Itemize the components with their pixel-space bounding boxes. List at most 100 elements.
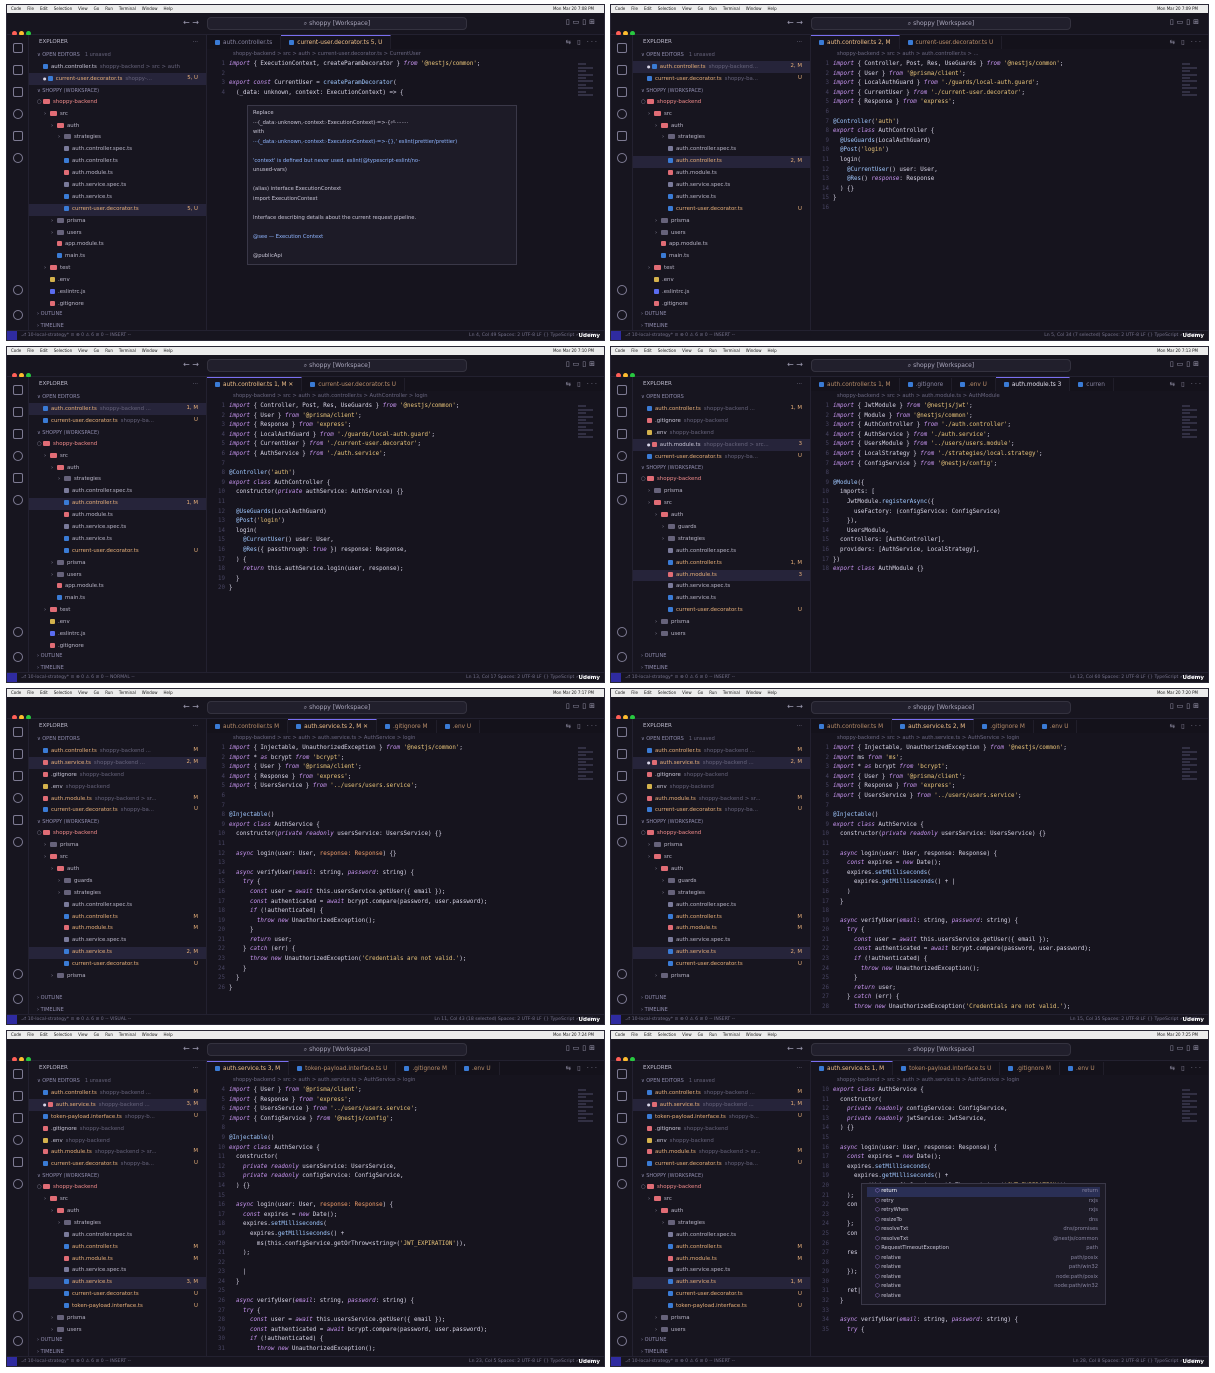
run-debug-icon[interactable] [13,109,23,119]
menu-item-selection[interactable]: Selection [658,348,676,353]
run-debug-icon[interactable] [617,1135,627,1145]
file-tree-item[interactable]: › strategies [633,1218,810,1230]
status-left[interactable]: ⎇ 10-local-strategy* ⊙ ⊗ 0 ⚠ 6 ⊘ 0 -- NO… [21,675,135,680]
remote-icon[interactable] [617,495,627,505]
file-tree-item[interactable]: › prisma [29,840,206,852]
breadcrumb[interactable]: shoppy-backend > src > auth > auth.contr… [207,391,604,402]
editor-actions-icons[interactable]: ⇆ ▯ ··· [1169,38,1203,46]
outline-section[interactable]: › OUTLINE [29,650,206,662]
file-tree-item[interactable]: auth.module.ts M [29,923,206,935]
menu-item-view[interactable]: View [682,690,692,695]
minimap[interactable] [1182,404,1204,444]
menu-item-window[interactable]: Window [746,348,762,353]
open-editor-item[interactable]: auth.controller.ts shoppy-backend ... M [633,1087,810,1099]
menu-item-go[interactable]: Go [698,1032,704,1037]
open-editors-header[interactable]: ∨ OPEN EDITORS [633,391,810,403]
editor-tab[interactable]: auth.service.ts 2, M [892,719,975,733]
files-icon[interactable] [617,727,627,737]
run-debug-icon[interactable] [13,1135,23,1145]
file-tree-item[interactable]: ○ shoppy-backend [29,1182,206,1194]
open-editor-item[interactable]: current-user.decorator.ts shoppy-ba... U [29,1158,206,1170]
breadcrumb[interactable]: shoppy-backend > src > auth > auth.modul… [811,391,1208,402]
editor-tab[interactable]: .gitignore M [974,720,1034,733]
file-tree-item[interactable]: › auth [633,1206,810,1218]
menu-item-file[interactable]: File [27,6,34,11]
menu-item-run[interactable]: Run [709,1032,717,1037]
command-center-search[interactable]: ⌕ shoppy [Workspace] [207,359,467,372]
minimap[interactable] [578,1088,600,1128]
menu-item-code[interactable]: Code [615,690,625,695]
suggestion-item[interactable]: ⬡ return return [867,1187,1100,1197]
source-control-icon[interactable] [617,771,627,781]
breadcrumb[interactable]: shoppy-backend > src > auth > auth.servi… [207,1075,604,1086]
file-tree-item[interactable]: auth.module.ts M [29,1254,206,1266]
editor-tab[interactable]: auth.controller.ts M [207,720,289,733]
menu-item-code[interactable]: Code [11,690,21,695]
menu-item-code[interactable]: Code [11,6,21,11]
more-actions-icon[interactable]: ··· [797,35,802,49]
layout-toggle-icons[interactable]: ▯▭▯⊞ [566,1044,598,1052]
file-tree-item[interactable]: › auth [633,864,810,876]
file-tree-item[interactable]: current-user.decorator.ts U [633,204,810,216]
open-editor-item[interactable]: .gitignore shoppy-backend [633,415,810,427]
status-right[interactable]: Ln 5, Col 34 (7 selected) Spaces: 2 UTF-… [1044,331,1202,340]
open-editors-header[interactable]: ∨ OPEN EDITORS 1 unsaved [29,1075,206,1087]
extensions-icon[interactable] [13,473,23,483]
gear-icon[interactable] [13,994,23,1004]
file-tree-item[interactable]: › guards [633,876,810,888]
menu-item-go[interactable]: Go [94,348,100,353]
menu-item-edit[interactable]: Edit [40,6,48,11]
file-tree-item[interactable]: auth.controller.spec.ts [29,1230,206,1242]
command-center-search[interactable]: ⌕ shoppy [Workspace] [811,359,1071,372]
open-editor-item[interactable]: current-user.decorator.ts shoppy-ba... U [633,804,810,816]
open-editor-item[interactable]: .env shoppy-backend [29,781,206,793]
menu-item-terminal[interactable]: Terminal [119,6,136,11]
file-tree-item[interactable]: ○ shoppy-backend [29,439,206,451]
editor-tab[interactable]: auth.controller.ts 2, M [811,35,900,49]
open-editor-item[interactable]: current-user.decorator.ts shoppy-ba... U [633,451,810,463]
gear-icon[interactable] [13,310,23,320]
file-tree-item[interactable]: › src [29,852,206,864]
file-tree-item[interactable]: auth.service.ts 3, M [29,1277,206,1290]
open-editor-item[interactable]: auth.service.ts shoppy-backend ... 2, M [29,756,206,769]
outline-section[interactable]: › OUTLINE [29,308,206,320]
menu-item-go[interactable]: Go [698,348,704,353]
status-right[interactable]: Ln 11, Col 43 (18 selected) Spaces: 2 UT… [434,1015,598,1024]
editor-actions-icons[interactable]: ⇆ ▯ ··· [565,380,599,388]
menu-item-window[interactable]: Window [746,1032,762,1037]
editor-tab[interactable]: current-user.decorator.ts U [900,36,1003,49]
search-icon[interactable] [13,65,23,75]
file-tree-item[interactable]: .env [29,275,206,287]
editor-tab[interactable]: .gitignore M [1000,1062,1061,1075]
code-editor[interactable]: 1 import { JwtModule } from '@nestjs/jwt'… [811,402,1178,674]
suggestion-item[interactable]: ⬡ resizeTo dns [867,1216,1100,1226]
file-tree-item[interactable]: token-payload.interface.ts U [29,1301,206,1313]
suggestion-item[interactable]: ⬡ RequestTimeoutException path [867,1244,1100,1254]
file-tree-item[interactable]: › src [633,109,810,121]
file-tree-item[interactable]: current-user.decorator.ts U [29,1289,206,1301]
remote-icon[interactable] [617,837,627,847]
code-editor[interactable]: 1 import { Injectable, UnauthorizedExcept… [207,744,574,1016]
search-icon[interactable] [617,65,627,75]
file-tree-item[interactable]: auth.controller.spec.ts [633,900,810,912]
file-tree-item[interactable]: auth.service.ts [633,192,810,204]
open-editor-item[interactable]: auth.controller.ts shoppy-backend > src >… [29,61,206,73]
status-left[interactable]: ⎇ 10-local-strategy* ⊙ ⊗ 0 ⚠ 6 ⊘ 0 -- IN… [625,1017,735,1022]
menu-item-file[interactable]: File [631,1032,638,1037]
file-tree-item[interactable]: auth.service.ts [29,192,206,204]
more-actions-icon[interactable]: ··· [797,377,802,391]
search-icon[interactable] [13,749,23,759]
file-tree-item[interactable]: › users [29,228,206,240]
file-tree-item[interactable]: auth.controller.spec.ts [29,486,206,498]
autocomplete-suggestions[interactable]: ⬡ return return ⬡ retry rxjs ⬡ retryWhen rxjs… [861,1183,1106,1305]
file-tree-item[interactable]: auth.module.ts 3 [633,569,810,582]
remote-icon[interactable] [617,1179,627,1189]
menu-item-view[interactable]: View [78,690,88,695]
file-tree-item[interactable]: ○ shoppy-backend [29,828,206,840]
menu-item-go[interactable]: Go [94,6,100,11]
layout-toggle-icons[interactable]: ▯▭▯⊞ [1170,1044,1202,1052]
menu-item-go[interactable]: Go [94,690,100,695]
file-tree-item[interactable]: › test [633,263,810,275]
menu-item-help[interactable]: Help [768,1032,777,1037]
file-tree-item[interactable]: .eslintrc.js [633,287,810,299]
